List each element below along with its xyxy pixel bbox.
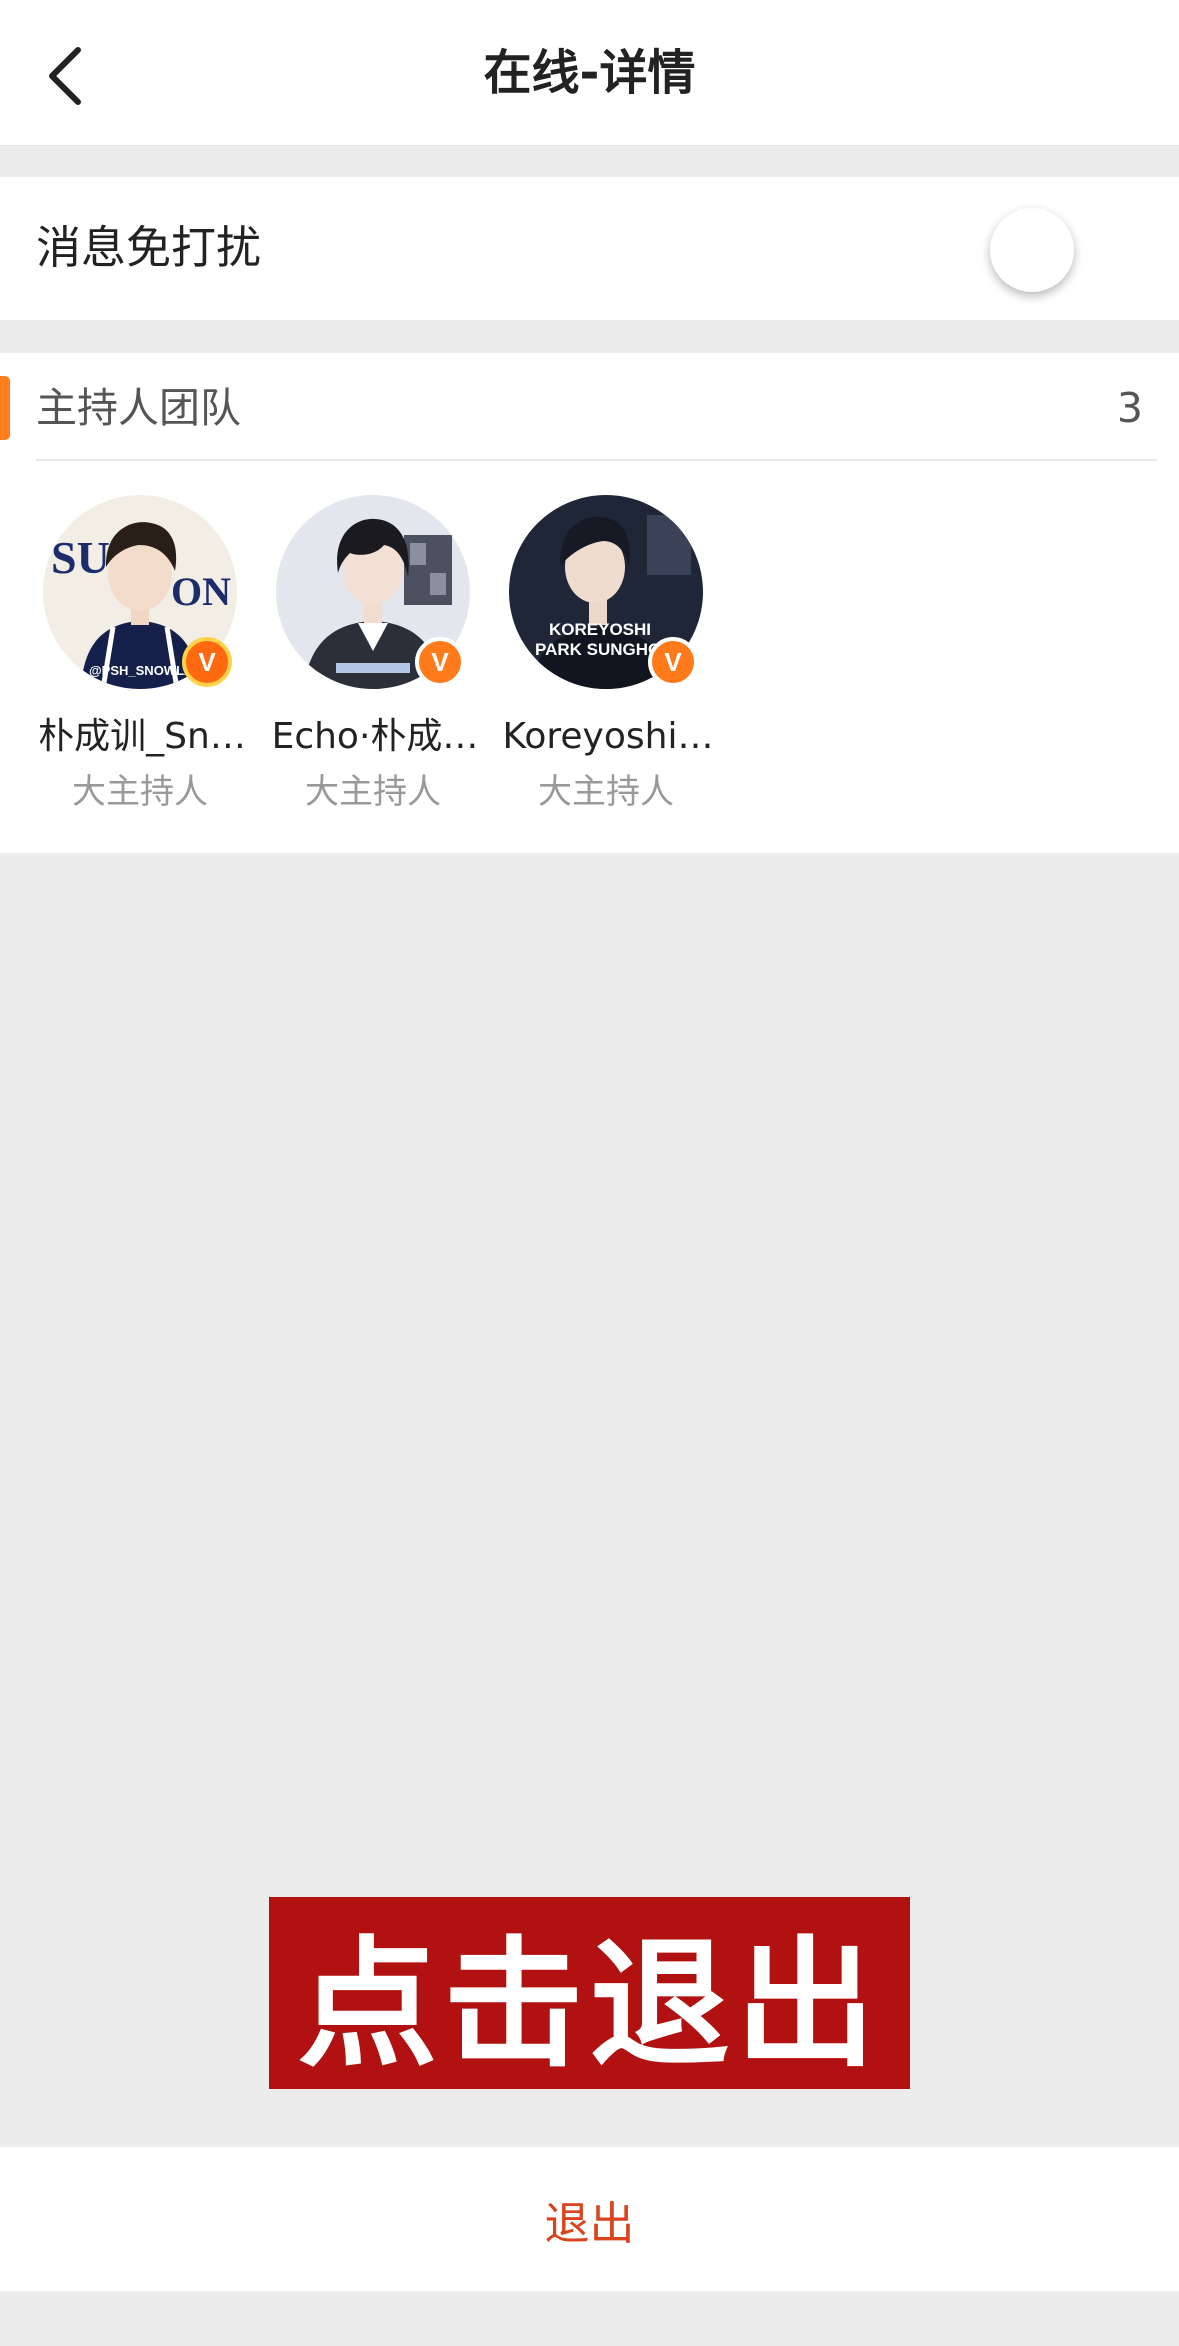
exit-button-label: 退出 xyxy=(544,2196,635,2250)
host-role: 大主持人 xyxy=(72,772,208,812)
host-name: Echo·朴成… xyxy=(271,716,479,757)
click-exit-banner: 点击退出 xyxy=(269,1897,910,2089)
svg-text:ON: ON xyxy=(171,569,231,614)
exit-button[interactable]: 退出 xyxy=(0,2147,1179,2291)
section-divider xyxy=(36,459,1157,461)
svg-text:SU: SU xyxy=(51,532,110,583)
svg-text:KOREYOSHI: KOREYOSHI xyxy=(549,620,651,639)
do-not-disturb-toggle[interactable] xyxy=(988,205,1088,295)
toggle-knob xyxy=(990,208,1074,292)
verified-v-icon: V xyxy=(415,637,465,687)
host-card[interactable]: V Echo·朴成… 大主持人 xyxy=(272,495,478,835)
host-role: 大主持人 xyxy=(538,772,674,812)
host-name: 朴成训_Sn… xyxy=(38,716,246,757)
section-accent-bar xyxy=(0,376,10,440)
do-not-disturb-label: 消息免打扰 xyxy=(36,221,262,274)
host-team-title: 主持人团队 xyxy=(36,384,241,432)
page-title: 在线-详情 xyxy=(483,45,696,101)
top-nav-bar: 在线-详情 xyxy=(0,0,1179,146)
host-team-count: 3 xyxy=(1116,384,1143,432)
verified-v-icon: V xyxy=(648,637,698,687)
banner-text: 点击退出 xyxy=(297,1924,882,2087)
host-team-section: 主持人团队 3 SU ON @PSH_SNOWLAND V 朴成训_Sn… 大主… xyxy=(0,353,1179,853)
host-card[interactable]: SU ON @PSH_SNOWLAND V 朴成训_Sn… 大主持人 xyxy=(38,495,246,835)
verified-v-icon: V xyxy=(182,637,232,687)
host-card[interactable]: KOREYOSHI PARK SUNGHOON V Koreyoshi… 大主持… xyxy=(503,495,713,835)
host-role: 大主持人 xyxy=(305,772,441,812)
host-name: Koreyoshi… xyxy=(502,716,714,757)
